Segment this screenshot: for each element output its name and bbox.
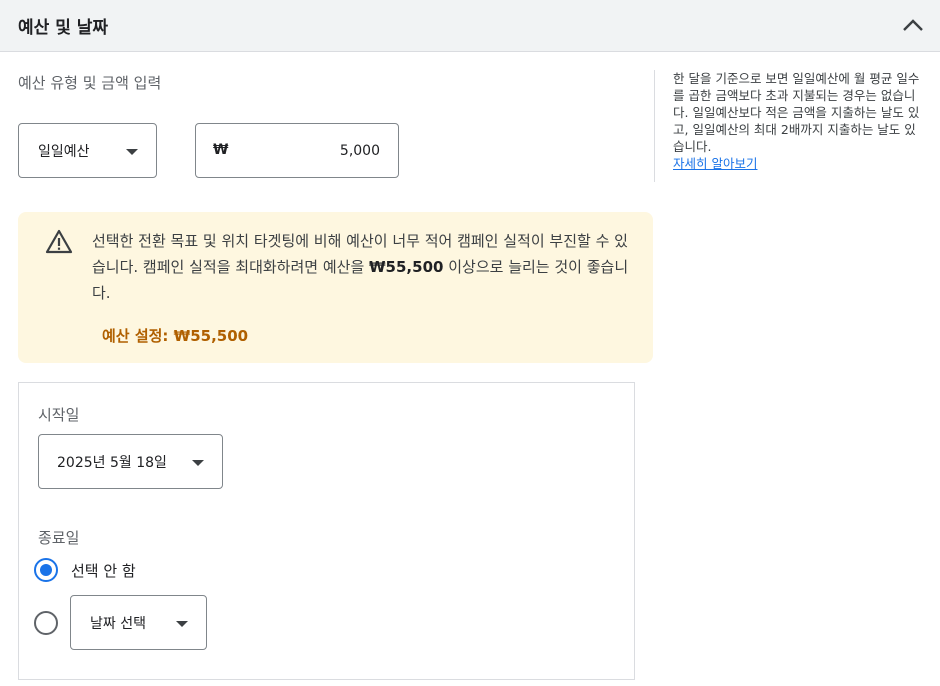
caret-down-icon bbox=[192, 459, 204, 466]
end-date-none-option[interactable]: 선택 안 함 bbox=[34, 558, 136, 582]
section-header: 예산 및 날짜 bbox=[0, 0, 940, 52]
warning-message: 선택한 전환 목표 및 위치 타겟팅에 비해 예산이 너무 적어 캠페인 실적이… bbox=[92, 228, 632, 306]
warning-triangle-icon bbox=[45, 229, 73, 254]
section-title: 예산 및 날짜 bbox=[18, 18, 109, 38]
set-budget-button[interactable]: 예산 설정: ₩55,500 bbox=[102, 325, 248, 346]
radio-choose-date[interactable] bbox=[34, 611, 58, 635]
caret-down-icon bbox=[176, 620, 188, 627]
start-date-label: 시작일 bbox=[38, 406, 80, 424]
caret-down-icon bbox=[126, 148, 138, 155]
start-date-select[interactable]: 2025년 5월 18일 bbox=[38, 434, 223, 489]
end-date-select[interactable]: 날짜 선택 bbox=[70, 595, 207, 650]
learn-more-link[interactable]: 자세히 알아보기 bbox=[673, 155, 924, 172]
budget-type-select[interactable]: 일일예산 bbox=[18, 123, 157, 178]
start-date-value: 2025년 5월 18일 bbox=[57, 454, 167, 471]
budget-warning-banner: 선택한 전환 목표 및 위치 타겟팅에 비해 예산이 너무 적어 캠페인 실적이… bbox=[18, 212, 653, 363]
chevron-up-icon bbox=[903, 19, 923, 31]
budget-help-text: 한 달을 기준으로 보면 일일예산에 월 평균 일수를 곱한 금액보다 초과 지… bbox=[673, 71, 920, 154]
budget-type-value: 일일예산 bbox=[38, 143, 90, 160]
recommended-budget: ₩55,500 bbox=[369, 258, 444, 276]
budget-help-note: 한 달을 기준으로 보면 일일예산에 월 평균 일수를 곱한 금액보다 초과 지… bbox=[654, 70, 924, 182]
budget-amount-input[interactable] bbox=[240, 134, 380, 168]
dates-panel: 시작일 2025년 5월 18일 종료일 선택 안 함 날짜 선택 bbox=[18, 382, 635, 680]
end-date-choose-option[interactable] bbox=[34, 611, 58, 635]
radio-none[interactable] bbox=[34, 558, 58, 582]
currency-symbol: ₩ bbox=[213, 142, 229, 158]
end-date-label: 종료일 bbox=[38, 529, 80, 547]
end-date-none-label: 선택 안 함 bbox=[71, 561, 136, 580]
collapse-button[interactable] bbox=[900, 12, 926, 38]
budget-section-label: 예산 유형 및 금액 입력 bbox=[18, 74, 162, 92]
end-date-select-label: 날짜 선택 bbox=[90, 615, 146, 632]
budget-amount-field[interactable]: ₩ bbox=[195, 123, 399, 178]
